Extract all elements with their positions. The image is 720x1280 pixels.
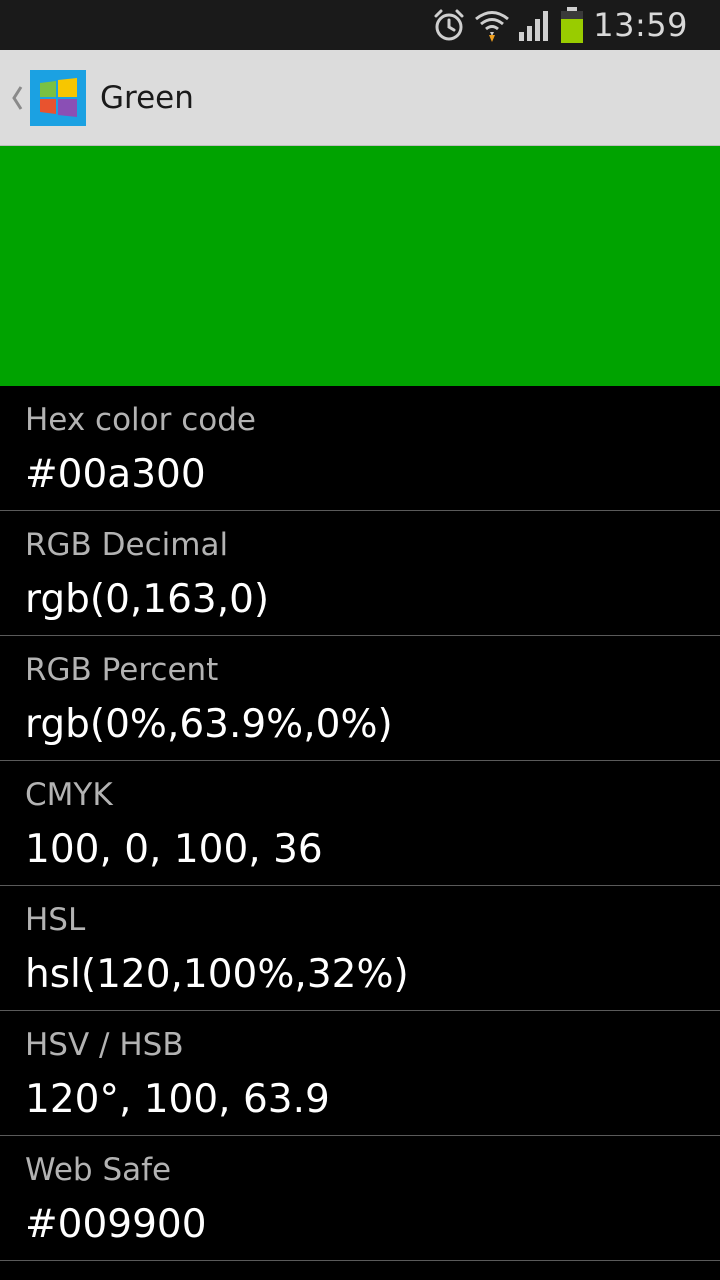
wifi-icon xyxy=(473,6,511,44)
row-label: HSL xyxy=(25,902,86,938)
status-time: 13:59 xyxy=(593,6,688,44)
row-label: Hex color code xyxy=(25,402,256,438)
row-label: RGB Decimal xyxy=(25,527,229,563)
chevron-left-icon[interactable] xyxy=(6,85,28,111)
row-label: CMYK xyxy=(25,777,113,813)
signal-icon xyxy=(517,8,553,42)
row-value: 120°, 100, 63.9 xyxy=(25,1077,330,1122)
status-bar: 13:59 xyxy=(0,0,720,50)
row-value: rgb(0%,63.9%,0%) xyxy=(25,702,393,747)
action-bar: Green xyxy=(0,50,720,146)
list-item-web-safe[interactable]: Web Safe #009900 xyxy=(0,1136,720,1261)
row-value: #00a300 xyxy=(25,452,206,497)
list-item-hsv[interactable]: HSV / HSB 120°, 100, 63.9 xyxy=(0,1011,720,1136)
list-item-cmyk[interactable]: CMYK 100, 0, 100, 36 xyxy=(0,761,720,886)
list-item-rgb-percent[interactable]: RGB Percent rgb(0%,63.9%,0%) xyxy=(0,636,720,761)
row-value: hsl(120,100%,32%) xyxy=(25,952,409,997)
list-item-hsl[interactable]: HSL hsl(120,100%,32%) xyxy=(0,886,720,1011)
battery-icon xyxy=(559,6,585,44)
row-value: #009900 xyxy=(25,1202,207,1247)
row-value: 100, 0, 100, 36 xyxy=(25,827,323,872)
row-label: HSV / HSB xyxy=(25,1027,184,1063)
list-item-hex[interactable]: Hex color code #00a300 xyxy=(0,386,720,511)
row-label: Web Safe xyxy=(25,1152,172,1188)
windows-logo-icon[interactable] xyxy=(30,69,86,126)
row-label: RGB Percent xyxy=(25,652,219,688)
alarm-clock-icon xyxy=(431,7,467,43)
page-title: Green xyxy=(100,79,194,116)
list-item-rgb-decimal[interactable]: RGB Decimal rgb(0,163,0) xyxy=(0,511,720,636)
row-value: rgb(0,163,0) xyxy=(25,577,270,622)
color-code-list: Hex color code #00a300 RGB Decimal rgb(0… xyxy=(0,386,720,1261)
color-swatch xyxy=(0,146,720,386)
